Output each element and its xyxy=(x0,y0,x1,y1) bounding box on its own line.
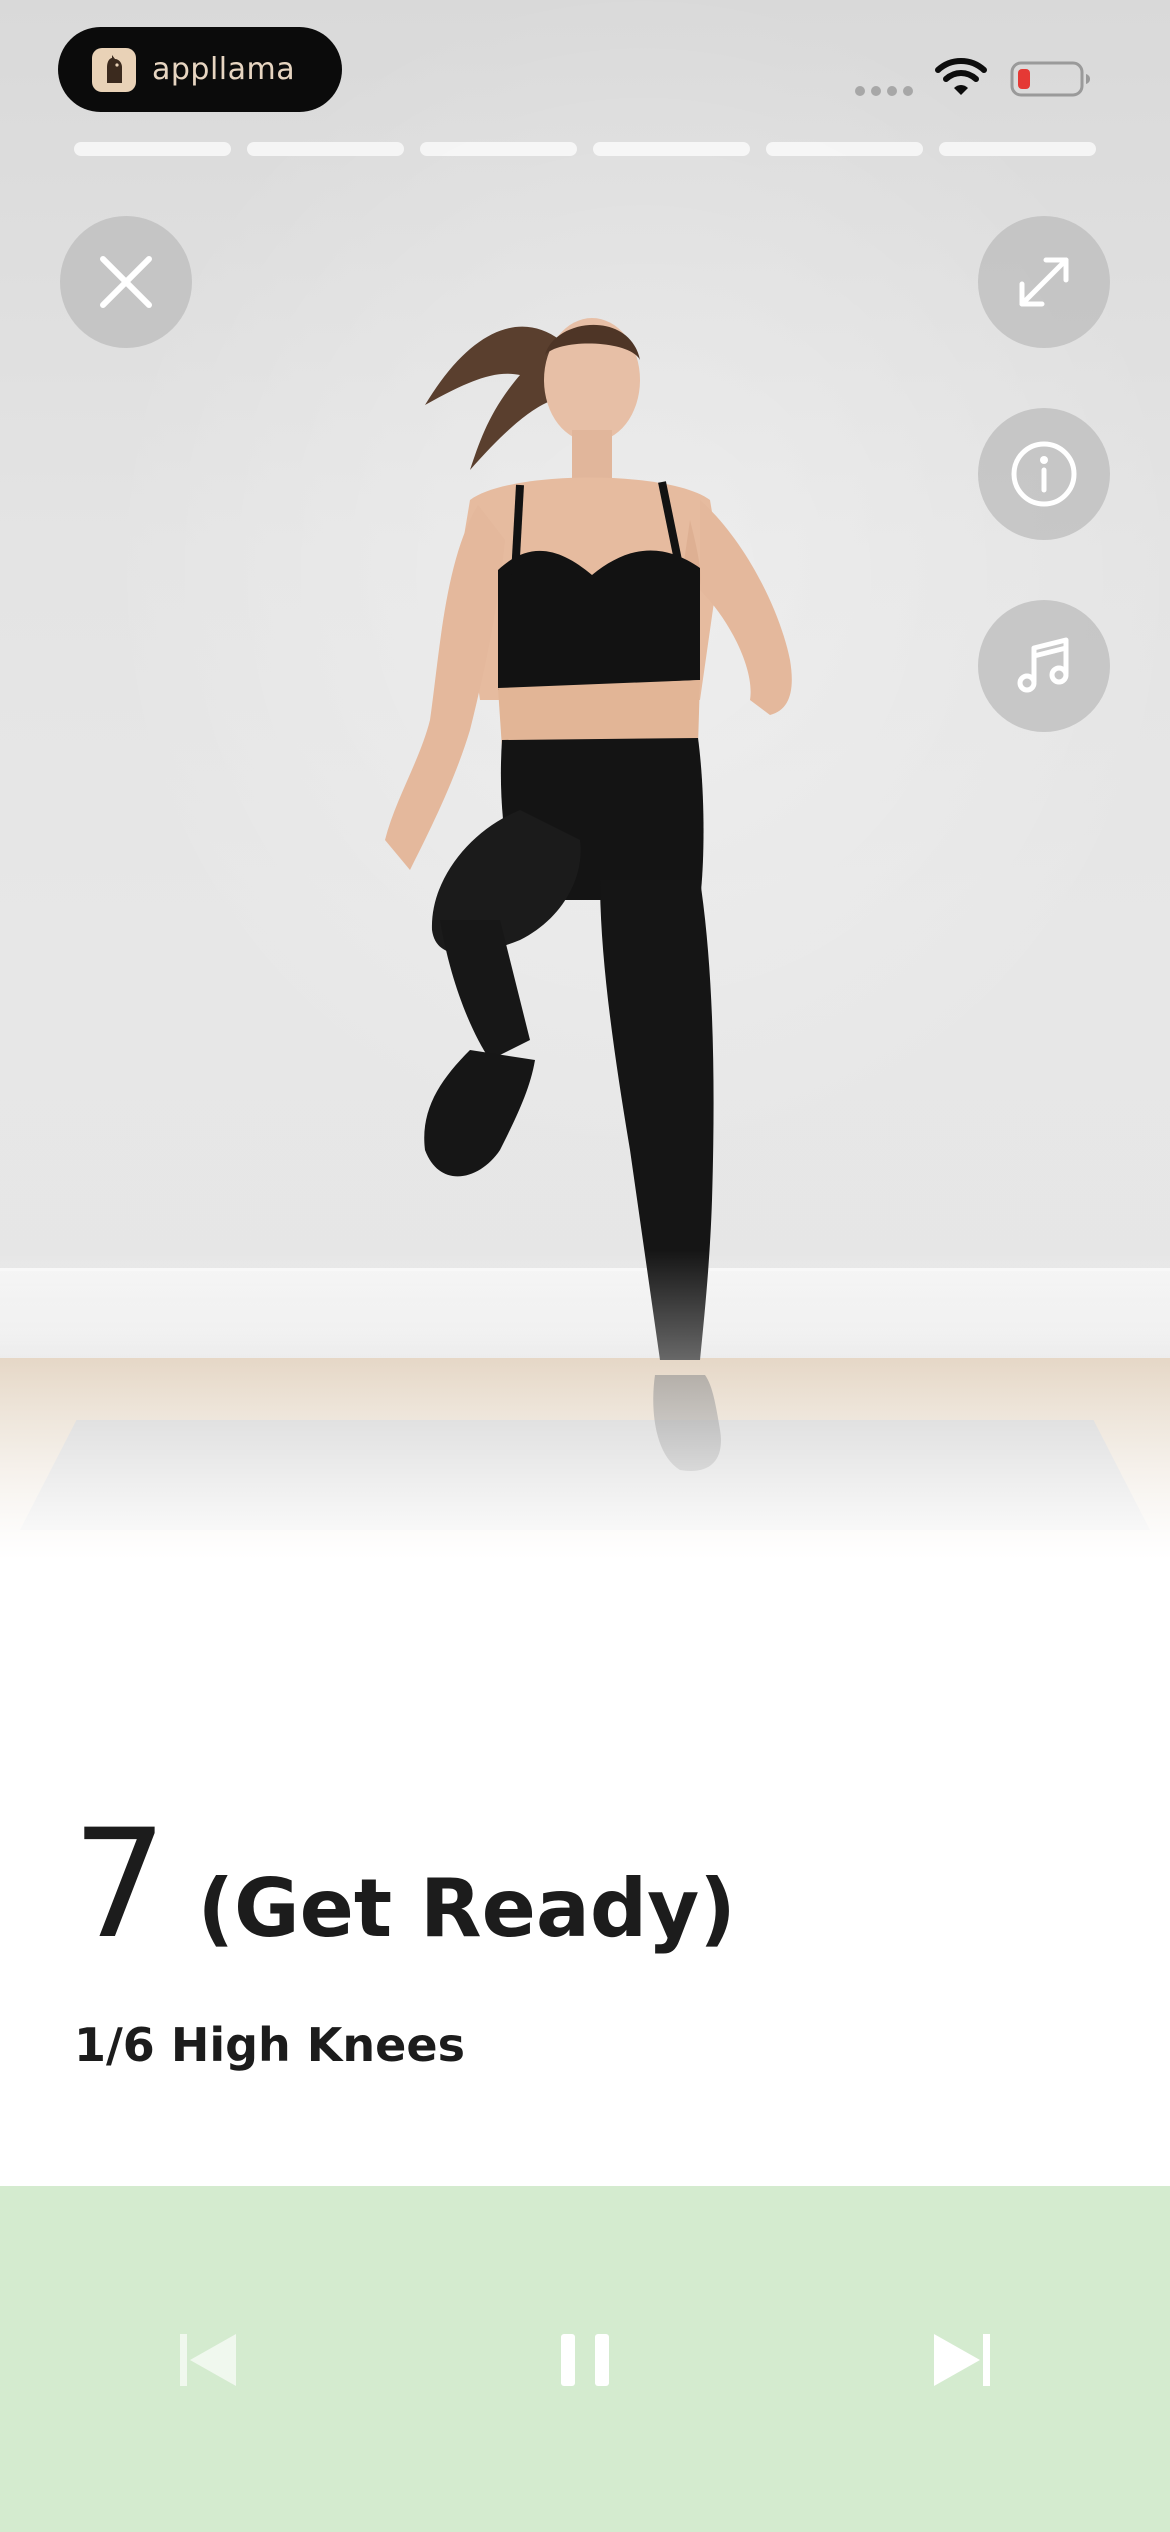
workout-progress xyxy=(74,142,1096,156)
close-button[interactable] xyxy=(60,216,192,348)
skip-previous-icon xyxy=(180,2334,236,2386)
info-button[interactable] xyxy=(978,408,1110,540)
info-icon xyxy=(1011,441,1077,507)
progress-segment xyxy=(766,142,923,156)
music-icon xyxy=(1017,637,1069,693)
skip-next-icon xyxy=(934,2334,990,2386)
countdown-number: 7 xyxy=(72,1798,168,1972)
exercise-label: 1/6 High Knees xyxy=(74,2018,465,2072)
previous-exercise-button[interactable] xyxy=(158,2310,258,2410)
llama-logo-icon xyxy=(92,47,136,92)
expand-icon xyxy=(1019,257,1069,307)
battery-low-icon xyxy=(1010,61,1090,97)
pause-button[interactable] xyxy=(535,2310,635,2410)
app-badge[interactable]: appllama xyxy=(58,27,342,112)
phase-label: (Get Ready) xyxy=(197,1862,736,1955)
countdown: 7 (Get Ready) xyxy=(72,1810,736,1960)
progress-segment xyxy=(247,142,404,156)
music-button[interactable] xyxy=(978,600,1110,732)
app-name: appllama xyxy=(152,52,296,87)
wifi-icon xyxy=(935,58,987,95)
fullscreen-button[interactable] xyxy=(978,216,1110,348)
cellular-signal-icon xyxy=(855,86,913,96)
exercise-video xyxy=(0,0,1170,1560)
progress-segment xyxy=(74,142,231,156)
progress-segment xyxy=(593,142,750,156)
pause-icon xyxy=(561,2334,609,2386)
progress-segment xyxy=(939,142,1096,156)
close-icon xyxy=(100,256,152,308)
next-exercise-button[interactable] xyxy=(912,2310,1012,2410)
playback-controls xyxy=(0,2186,1170,2532)
progress-segment xyxy=(420,142,577,156)
